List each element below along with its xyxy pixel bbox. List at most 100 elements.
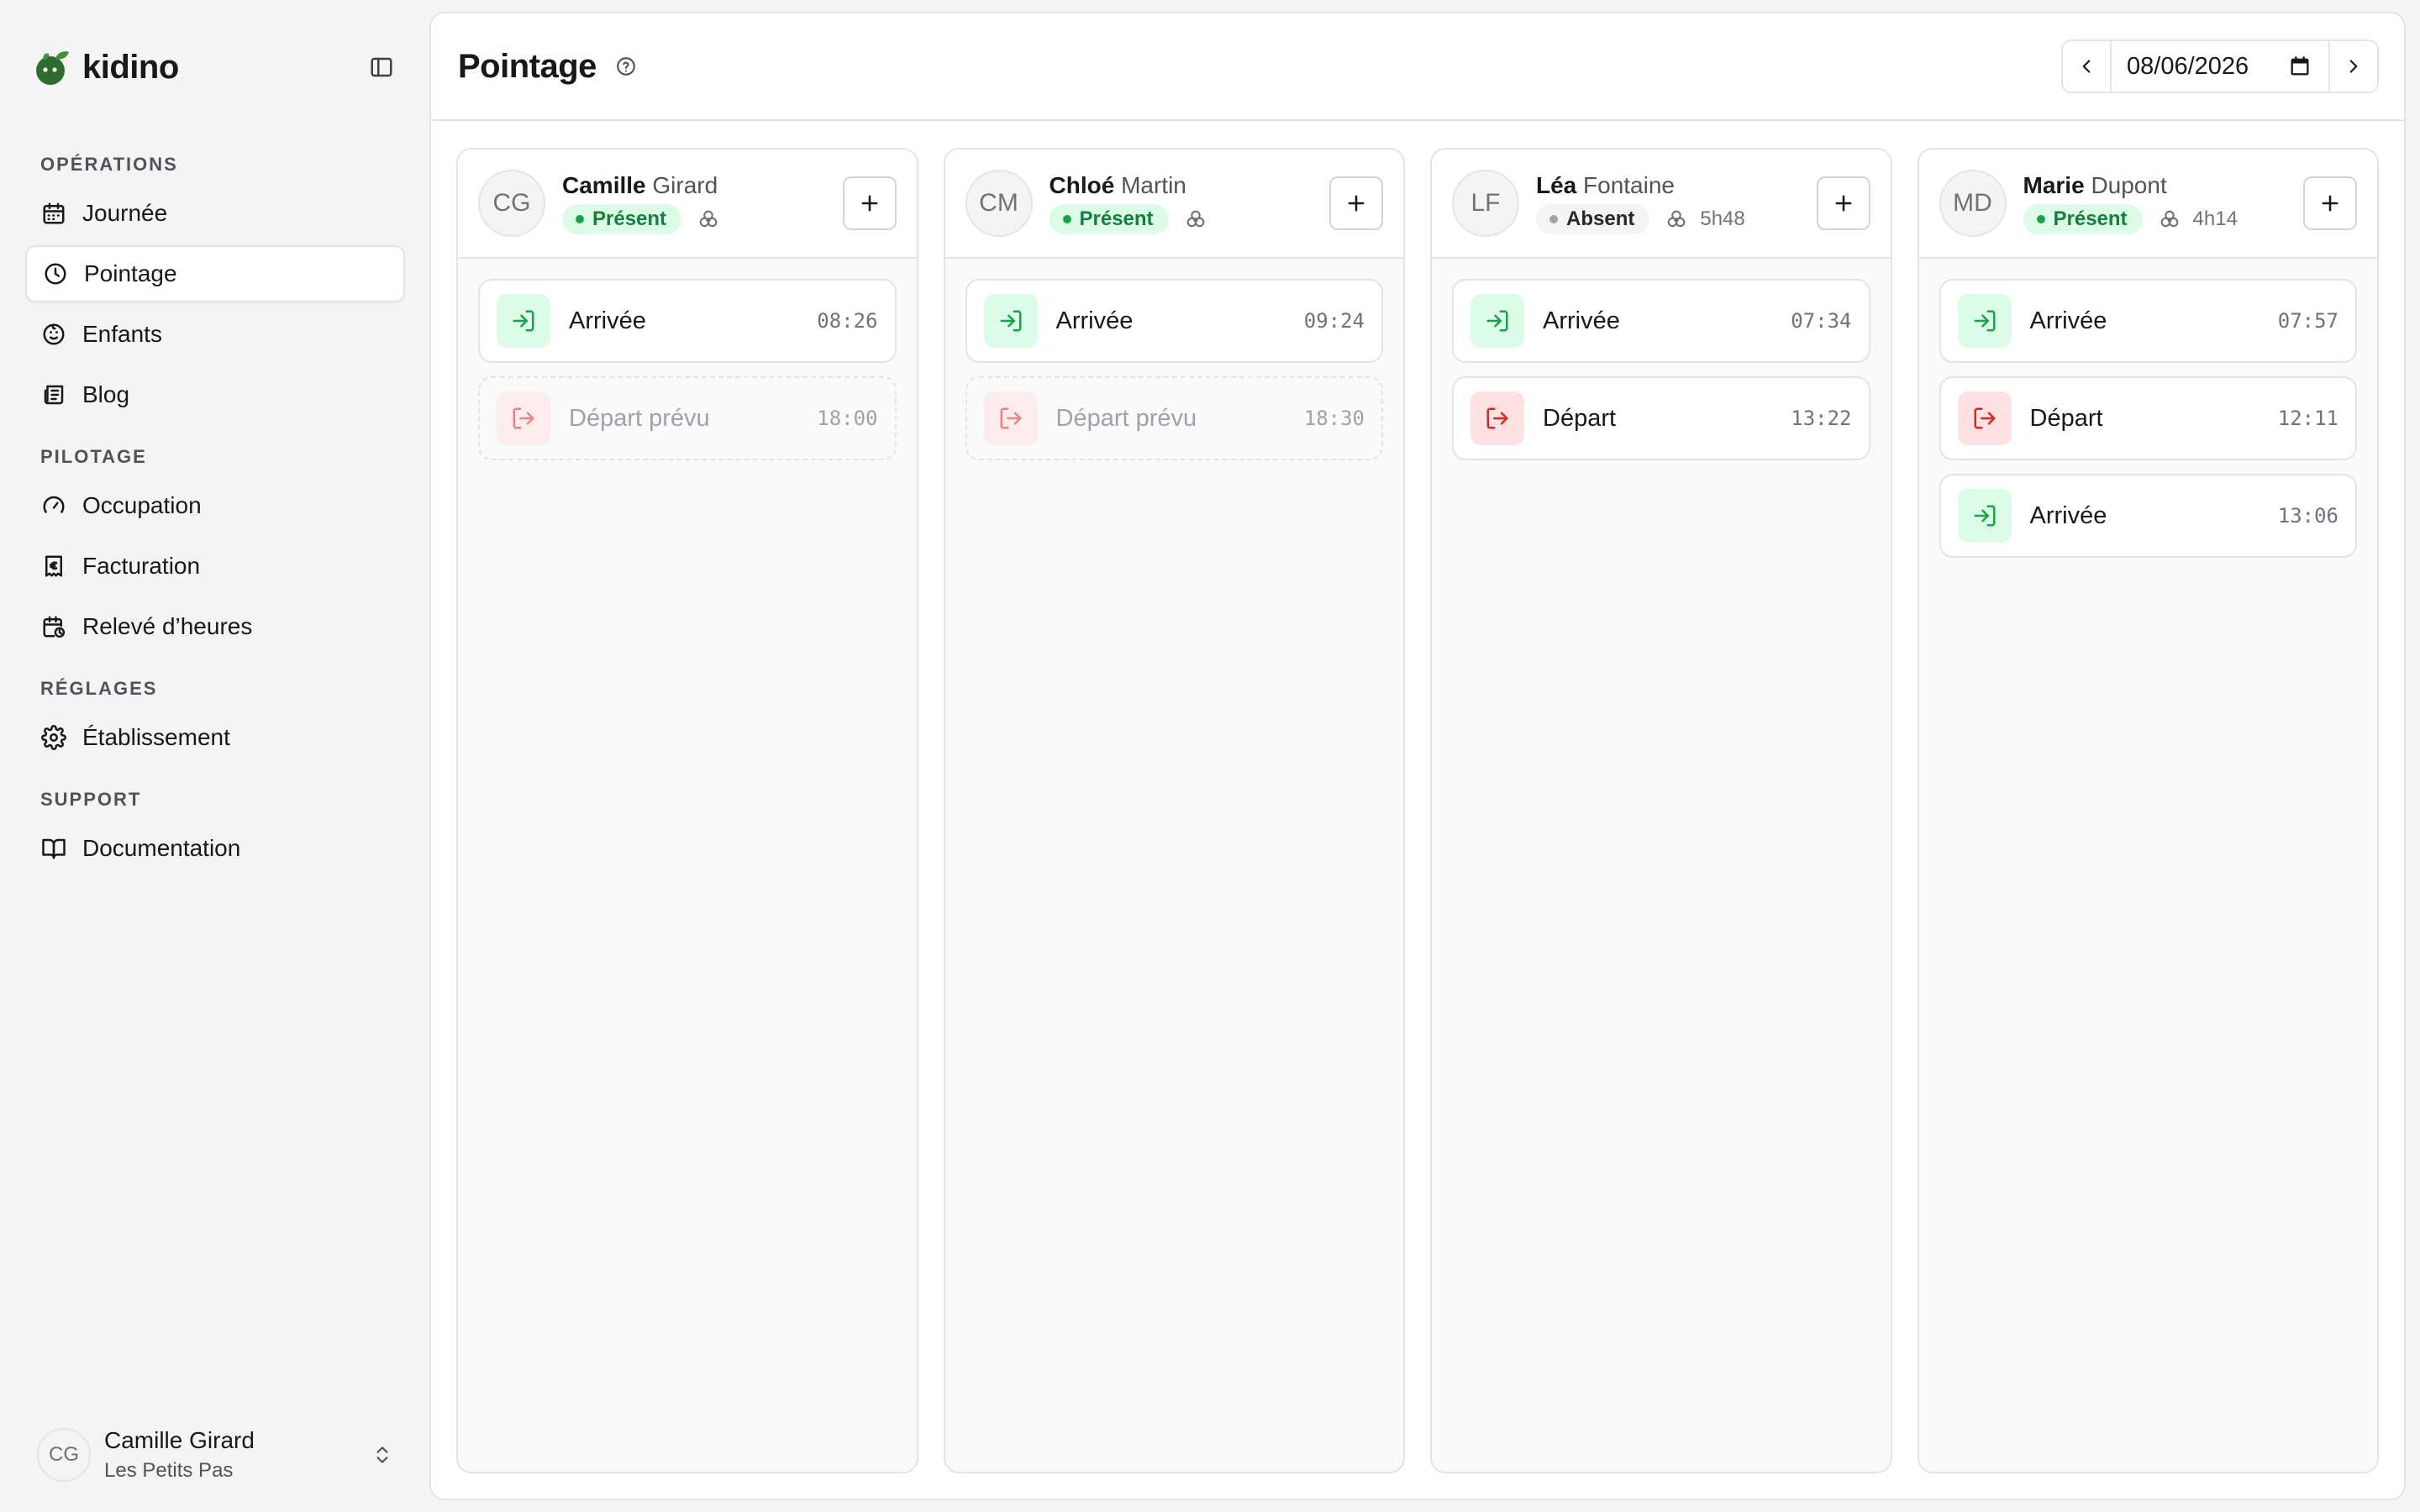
sidebar-item-occupation[interactable]: Occupation — [25, 477, 405, 534]
staff-first-name: Léa — [1536, 172, 1577, 198]
add-punch-button[interactable] — [1816, 176, 1870, 230]
staff-info: Léa Fontaine Absent 5h48 — [1536, 172, 1800, 234]
staff-column-header: MD Marie Dupont Présent 4h14 — [1918, 150, 2377, 259]
log-out-icon — [1470, 391, 1524, 445]
sidebar-item-label: Journée — [82, 200, 168, 226]
staff-board: CG Camille Girard Présent Arrivée 08:26 … — [431, 121, 2404, 1499]
staff-first-name: Chloé — [1049, 172, 1115, 198]
add-punch-button[interactable] — [2303, 176, 2357, 230]
status-dot — [1062, 215, 1071, 223]
staff-first-name: Camille — [562, 172, 646, 198]
punch-time: 18:00 — [817, 407, 878, 430]
date-input[interactable]: 08/06/2026 — [2110, 41, 2330, 92]
log-in-icon — [1957, 294, 2012, 348]
user-name: Camille Girard — [104, 1427, 255, 1453]
punch-type: Départ — [2029, 404, 2103, 432]
staff-last-name: Girard — [652, 172, 718, 198]
punch-time: 18:30 — [1303, 407, 1365, 430]
add-punch-button[interactable] — [842, 176, 897, 230]
brand-name: kidino — [82, 48, 179, 86]
punch-time: 07:57 — [2277, 309, 2338, 333]
status-label: Présent — [2053, 207, 2128, 230]
sidebar-item-releve-heures[interactable]: Relevé d’heures — [25, 598, 405, 655]
punch-time: 08:26 — [817, 309, 878, 333]
sidebar-item-pointage[interactable]: Pointage — [25, 245, 405, 302]
log-out-icon — [497, 391, 550, 445]
punch-card[interactable]: Arrivée 07:57 — [1939, 279, 2357, 363]
punch-list: Arrivée 09:24 Départ prévu 18:30 — [945, 259, 1404, 480]
sidebar-item-facturation[interactable]: Facturation — [25, 538, 405, 595]
worked-duration: 4h14 — [2192, 207, 2238, 230]
punch-card[interactable]: Arrivée 08:26 — [478, 279, 897, 363]
sidebar-item-journee[interactable]: Journée — [25, 185, 405, 242]
status-dot — [1549, 215, 1558, 223]
staff-last-name: Fontaine — [1583, 172, 1675, 198]
staff-last-name: Martin — [1121, 172, 1186, 198]
avatar: CM — [965, 170, 1033, 237]
biohazard-icon — [1667, 210, 1686, 228]
user-menu-button[interactable]: CG Camille Girard Les Petits Pas — [25, 1421, 405, 1488]
clock-icon — [42, 260, 69, 287]
chevron-left-icon — [2082, 60, 2091, 73]
planned-punch-card[interactable]: Départ prévu 18:30 — [965, 376, 1383, 460]
planned-punch-card[interactable]: Départ prévu 18:00 — [478, 376, 897, 460]
title-group: Pointage — [458, 48, 637, 86]
sidebar-item-documentation[interactable]: Documentation — [25, 820, 405, 877]
panel-left-icon — [371, 57, 392, 77]
kidino-logo-icon — [36, 51, 69, 85]
calendar-picker-icon[interactable] — [2288, 55, 2312, 78]
punch-time: 07:34 — [1791, 309, 1852, 333]
nav-section-reglages: RÉGLAGES — [40, 678, 158, 699]
punch-list: Arrivée 07:57 Départ 12:11 Arrivée 13:06 — [1919, 259, 2378, 578]
biohazard-icon — [699, 210, 718, 228]
sidebar-item-blog[interactable]: Blog — [25, 366, 405, 423]
punch-card[interactable]: Arrivée 09:24 — [965, 279, 1383, 363]
app-shell: kidino OPÉRATIONS Journée Pointage Enfan… — [0, 0, 2420, 1512]
help-circle-icon[interactable] — [615, 55, 637, 77]
punch-card[interactable]: Arrivée 13:06 — [1939, 474, 2357, 558]
plus-icon — [861, 195, 877, 212]
punch-type: Départ prévu — [569, 404, 710, 432]
user-organization: Les Petits Pas — [104, 1459, 234, 1482]
nav-section-operations: OPÉRATIONS — [40, 154, 178, 175]
log-out-icon — [983, 391, 1038, 445]
status-label: Présent — [592, 207, 667, 230]
staff-column-header: CG Camille Girard Présent — [458, 150, 917, 259]
status-badge: Présent — [2023, 204, 2143, 234]
log-in-icon — [1470, 294, 1524, 348]
status-dot — [576, 215, 584, 223]
punch-card[interactable]: Arrivée 07:34 — [1452, 279, 1870, 363]
punch-card[interactable]: Départ 13:22 — [1452, 376, 1870, 460]
punch-type: Arrivée — [1055, 307, 1134, 334]
sidebar-toggle-button[interactable] — [365, 50, 398, 84]
sidebar-item-etablissement[interactable]: Établissement — [25, 709, 405, 766]
log-out-icon — [1957, 391, 2012, 445]
sidebar-item-label: Facturation — [82, 553, 201, 579]
page-header: Pointage 08/06/2026 — [431, 13, 2404, 121]
status-label: Absent — [1566, 207, 1635, 230]
baby-face-icon — [40, 321, 67, 348]
add-punch-button[interactable] — [1329, 176, 1383, 230]
staff-name: Léa Fontaine — [1536, 172, 1800, 199]
staff-last-name: Dupont — [2091, 172, 2167, 198]
page-title: Pointage — [458, 47, 597, 85]
punch-type: Départ — [1543, 404, 1617, 432]
punch-time: 09:24 — [1303, 309, 1365, 333]
previous-day-button[interactable] — [2063, 41, 2110, 92]
punch-type: Arrivée — [1543, 307, 1620, 334]
biohazard-icon — [2160, 210, 2178, 228]
sidebar-item-enfants[interactable]: Enfants — [25, 306, 405, 363]
punch-list: Arrivée 07:34 Départ 13:22 — [1432, 259, 1891, 480]
sidebar-item-label: Relevé d’heures — [82, 613, 253, 639]
staff-name: Chloé Martin — [1050, 172, 1313, 199]
sidebar-item-label: Blog — [82, 381, 130, 407]
staff-column: MD Marie Dupont Présent 4h14 Arrivée 07:… — [1917, 148, 2379, 1473]
punch-card[interactable]: Départ 12:11 — [1939, 376, 2357, 460]
gear-icon — [40, 724, 67, 751]
staff-meta: Absent 5h48 — [1536, 204, 1800, 234]
staff-meta: Présent — [562, 204, 826, 234]
brand-logo-link[interactable]: kidino — [32, 47, 179, 87]
punch-time: 13:22 — [1791, 407, 1852, 430]
next-day-button[interactable] — [2330, 41, 2377, 92]
plus-icon — [2322, 195, 2338, 212]
